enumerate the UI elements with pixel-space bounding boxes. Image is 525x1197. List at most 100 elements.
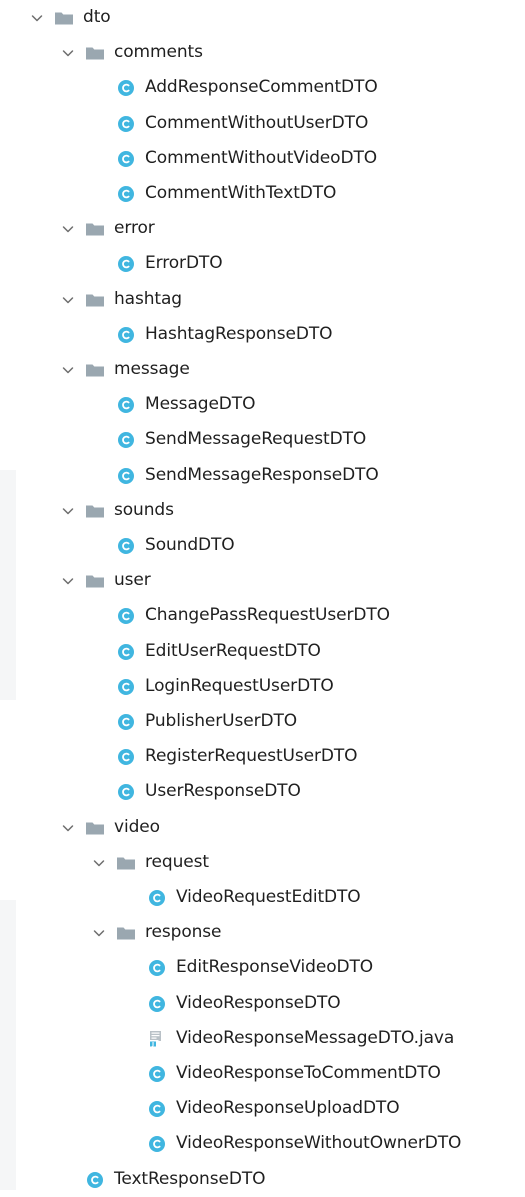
tree-folder-hashtag[interactable]: hashtag bbox=[59, 282, 182, 317]
class-icon bbox=[116, 678, 136, 696]
tree-file-textresponsedto[interactable]: TextResponseDTO bbox=[85, 1162, 265, 1197]
tree-item-label: VideoResponseUploadDTO bbox=[176, 1098, 400, 1118]
tree-item-label: message bbox=[114, 359, 190, 379]
tree-folder-response[interactable]: response bbox=[90, 915, 222, 950]
tree-file-edituserrequestdto[interactable]: EditUserRequestDTO bbox=[116, 634, 321, 669]
chevron-down-icon[interactable] bbox=[59, 44, 77, 62]
tree-item-label: hashtag bbox=[114, 289, 182, 309]
class-icon bbox=[116, 713, 136, 731]
tree-file-sendmessageresponsedto[interactable]: SendMessageResponseDTO bbox=[116, 458, 379, 493]
class-icon bbox=[147, 1100, 167, 1118]
class-icon bbox=[116, 748, 136, 766]
tree-folder-video[interactable]: video bbox=[59, 810, 160, 845]
tree-file-videoresponsedto[interactable]: VideoResponseDTO bbox=[147, 986, 341, 1021]
tree-file-hashtagresponsedto[interactable]: HashtagResponseDTO bbox=[116, 317, 333, 352]
class-icon bbox=[147, 995, 167, 1013]
tree-item-label: MessageDTO bbox=[145, 394, 256, 414]
tree-item-label: PublisherUserDTO bbox=[145, 711, 298, 731]
tree-item-label: error bbox=[114, 218, 155, 238]
chevron-down-icon[interactable] bbox=[59, 819, 77, 837]
folder-icon bbox=[85, 572, 105, 590]
tree-folder-error[interactable]: error bbox=[59, 211, 155, 246]
chevron-down-icon[interactable] bbox=[90, 854, 108, 872]
folder-icon bbox=[85, 220, 105, 238]
tree-item-label: TextResponseDTO bbox=[114, 1169, 266, 1189]
chevron-down-icon[interactable] bbox=[59, 361, 77, 379]
tree-folder-user[interactable]: user bbox=[59, 563, 151, 598]
class-icon bbox=[116, 79, 136, 97]
tree-item-label: CommentWithTextDTO bbox=[145, 183, 337, 203]
tree-file-editresponsevideodto[interactable]: EditResponseVideoDTO bbox=[147, 950, 373, 985]
tree-item-label: UserResponseDTO bbox=[145, 781, 301, 801]
tree-file-publisheruserdto[interactable]: PublisherUserDTO bbox=[116, 704, 297, 739]
tree-item-label: SendMessageRequestDTO bbox=[145, 429, 367, 449]
tree-file-messagedto[interactable]: MessageDTO bbox=[116, 387, 255, 422]
tree-file-commentwithoutvideodto[interactable]: CommentWithoutVideoDTO bbox=[116, 141, 377, 176]
tree-file-loginrequestuserdto[interactable]: LoginRequestUserDTO bbox=[116, 669, 334, 704]
folder-icon bbox=[85, 361, 105, 379]
tree-item-label: SoundDTO bbox=[145, 535, 235, 555]
chevron-down-icon[interactable] bbox=[90, 924, 108, 942]
class-icon bbox=[147, 1065, 167, 1083]
gutter-band-top bbox=[0, 470, 16, 700]
tree-item-label: sounds bbox=[114, 500, 174, 520]
tree-file-videorequesteditdto[interactable]: VideoRequestEditDTO bbox=[147, 880, 361, 915]
tree-item-label: VideoResponseDTO bbox=[176, 993, 341, 1013]
class-icon bbox=[116, 467, 136, 485]
tree-file-sounddto[interactable]: SoundDTO bbox=[116, 528, 235, 563]
tree-item-label: VideoResponseWithoutOwnerDTO bbox=[176, 1133, 462, 1153]
tree-item-label: user bbox=[114, 570, 151, 590]
tree-file-videoresponseuploaddto[interactable]: VideoResponseUploadDTO bbox=[147, 1091, 400, 1126]
class-icon bbox=[116, 431, 136, 449]
tree-item-label: HashtagResponseDTO bbox=[145, 324, 333, 344]
tree-folder-message[interactable]: message bbox=[59, 352, 190, 387]
folder-icon bbox=[85, 291, 105, 309]
tree-file-errordto[interactable]: ErrorDTO bbox=[116, 246, 223, 281]
class-icon bbox=[116, 150, 136, 168]
class-icon bbox=[116, 185, 136, 203]
class-icon bbox=[116, 607, 136, 625]
folder-icon bbox=[116, 924, 136, 942]
folder-icon bbox=[85, 502, 105, 520]
tree-item-label: EditResponseVideoDTO bbox=[176, 957, 374, 977]
tree-file-userresponsedto[interactable]: UserResponseDTO bbox=[116, 774, 301, 809]
tree-file-sendmessagerequestdto[interactable]: SendMessageRequestDTO bbox=[116, 422, 366, 457]
tree-folder-request[interactable]: request bbox=[90, 845, 209, 880]
tree-item-label: VideoResponseToCommentDTO bbox=[176, 1063, 441, 1083]
tree-folder-sounds[interactable]: sounds bbox=[59, 493, 174, 528]
tree-item-label: RegisterRequestUserDTO bbox=[145, 746, 358, 766]
tree-file-commentwithoutuserdto[interactable]: CommentWithoutUserDTO bbox=[116, 106, 368, 141]
tree-file-commentwithtextdto[interactable]: CommentWithTextDTO bbox=[116, 176, 336, 211]
chevron-down-icon[interactable] bbox=[59, 502, 77, 520]
tree-file-videoresponsemessagedto-java[interactable]: J VideoResponseMessageDTO.java bbox=[147, 1021, 454, 1056]
class-icon bbox=[116, 115, 136, 133]
chevron-down-icon[interactable] bbox=[59, 291, 77, 309]
tree-item-label: video bbox=[114, 817, 160, 837]
gutter-band-bottom bbox=[0, 900, 16, 1190]
tree-file-registerrequestuserdto[interactable]: RegisterRequestUserDTO bbox=[116, 739, 358, 774]
tree-folder-comments[interactable]: comments bbox=[59, 35, 203, 70]
folder-icon bbox=[85, 44, 105, 62]
tree-item-label: LoginRequestUserDTO bbox=[145, 676, 334, 696]
tree-item-label: VideoResponseMessageDTO.java bbox=[176, 1028, 455, 1048]
chevron-down-icon[interactable] bbox=[59, 572, 77, 590]
chevron-down-icon[interactable] bbox=[59, 220, 77, 238]
tree-item-label: VideoRequestEditDTO bbox=[176, 887, 361, 907]
svg-text:J: J bbox=[151, 1042, 154, 1048]
tree-item-label: AddResponseCommentDTO bbox=[145, 77, 378, 97]
tree-item-label: ChangePassRequestUserDTO bbox=[145, 605, 390, 625]
class-icon bbox=[116, 255, 136, 273]
tree-file-videoresponsetocommentdto[interactable]: VideoResponseToCommentDTO bbox=[147, 1056, 441, 1091]
folder-icon bbox=[116, 854, 136, 872]
tree-folder-dto[interactable]: dto bbox=[28, 0, 111, 35]
class-icon bbox=[85, 1171, 105, 1189]
java-file-icon: J bbox=[147, 1030, 167, 1048]
folder-icon bbox=[85, 819, 105, 837]
tree-file-videoresponsewithoutownerdto[interactable]: VideoResponseWithoutOwnerDTO bbox=[147, 1126, 461, 1161]
tree-file-addresponsecommentdto[interactable]: AddResponseCommentDTO bbox=[116, 70, 378, 105]
chevron-down-icon[interactable] bbox=[28, 9, 46, 27]
tree-file-changepassrequestuserdto[interactable]: ChangePassRequestUserDTO bbox=[116, 598, 390, 633]
class-icon bbox=[116, 326, 136, 344]
tree-item-label: ErrorDTO bbox=[145, 253, 223, 273]
class-icon bbox=[116, 537, 136, 555]
